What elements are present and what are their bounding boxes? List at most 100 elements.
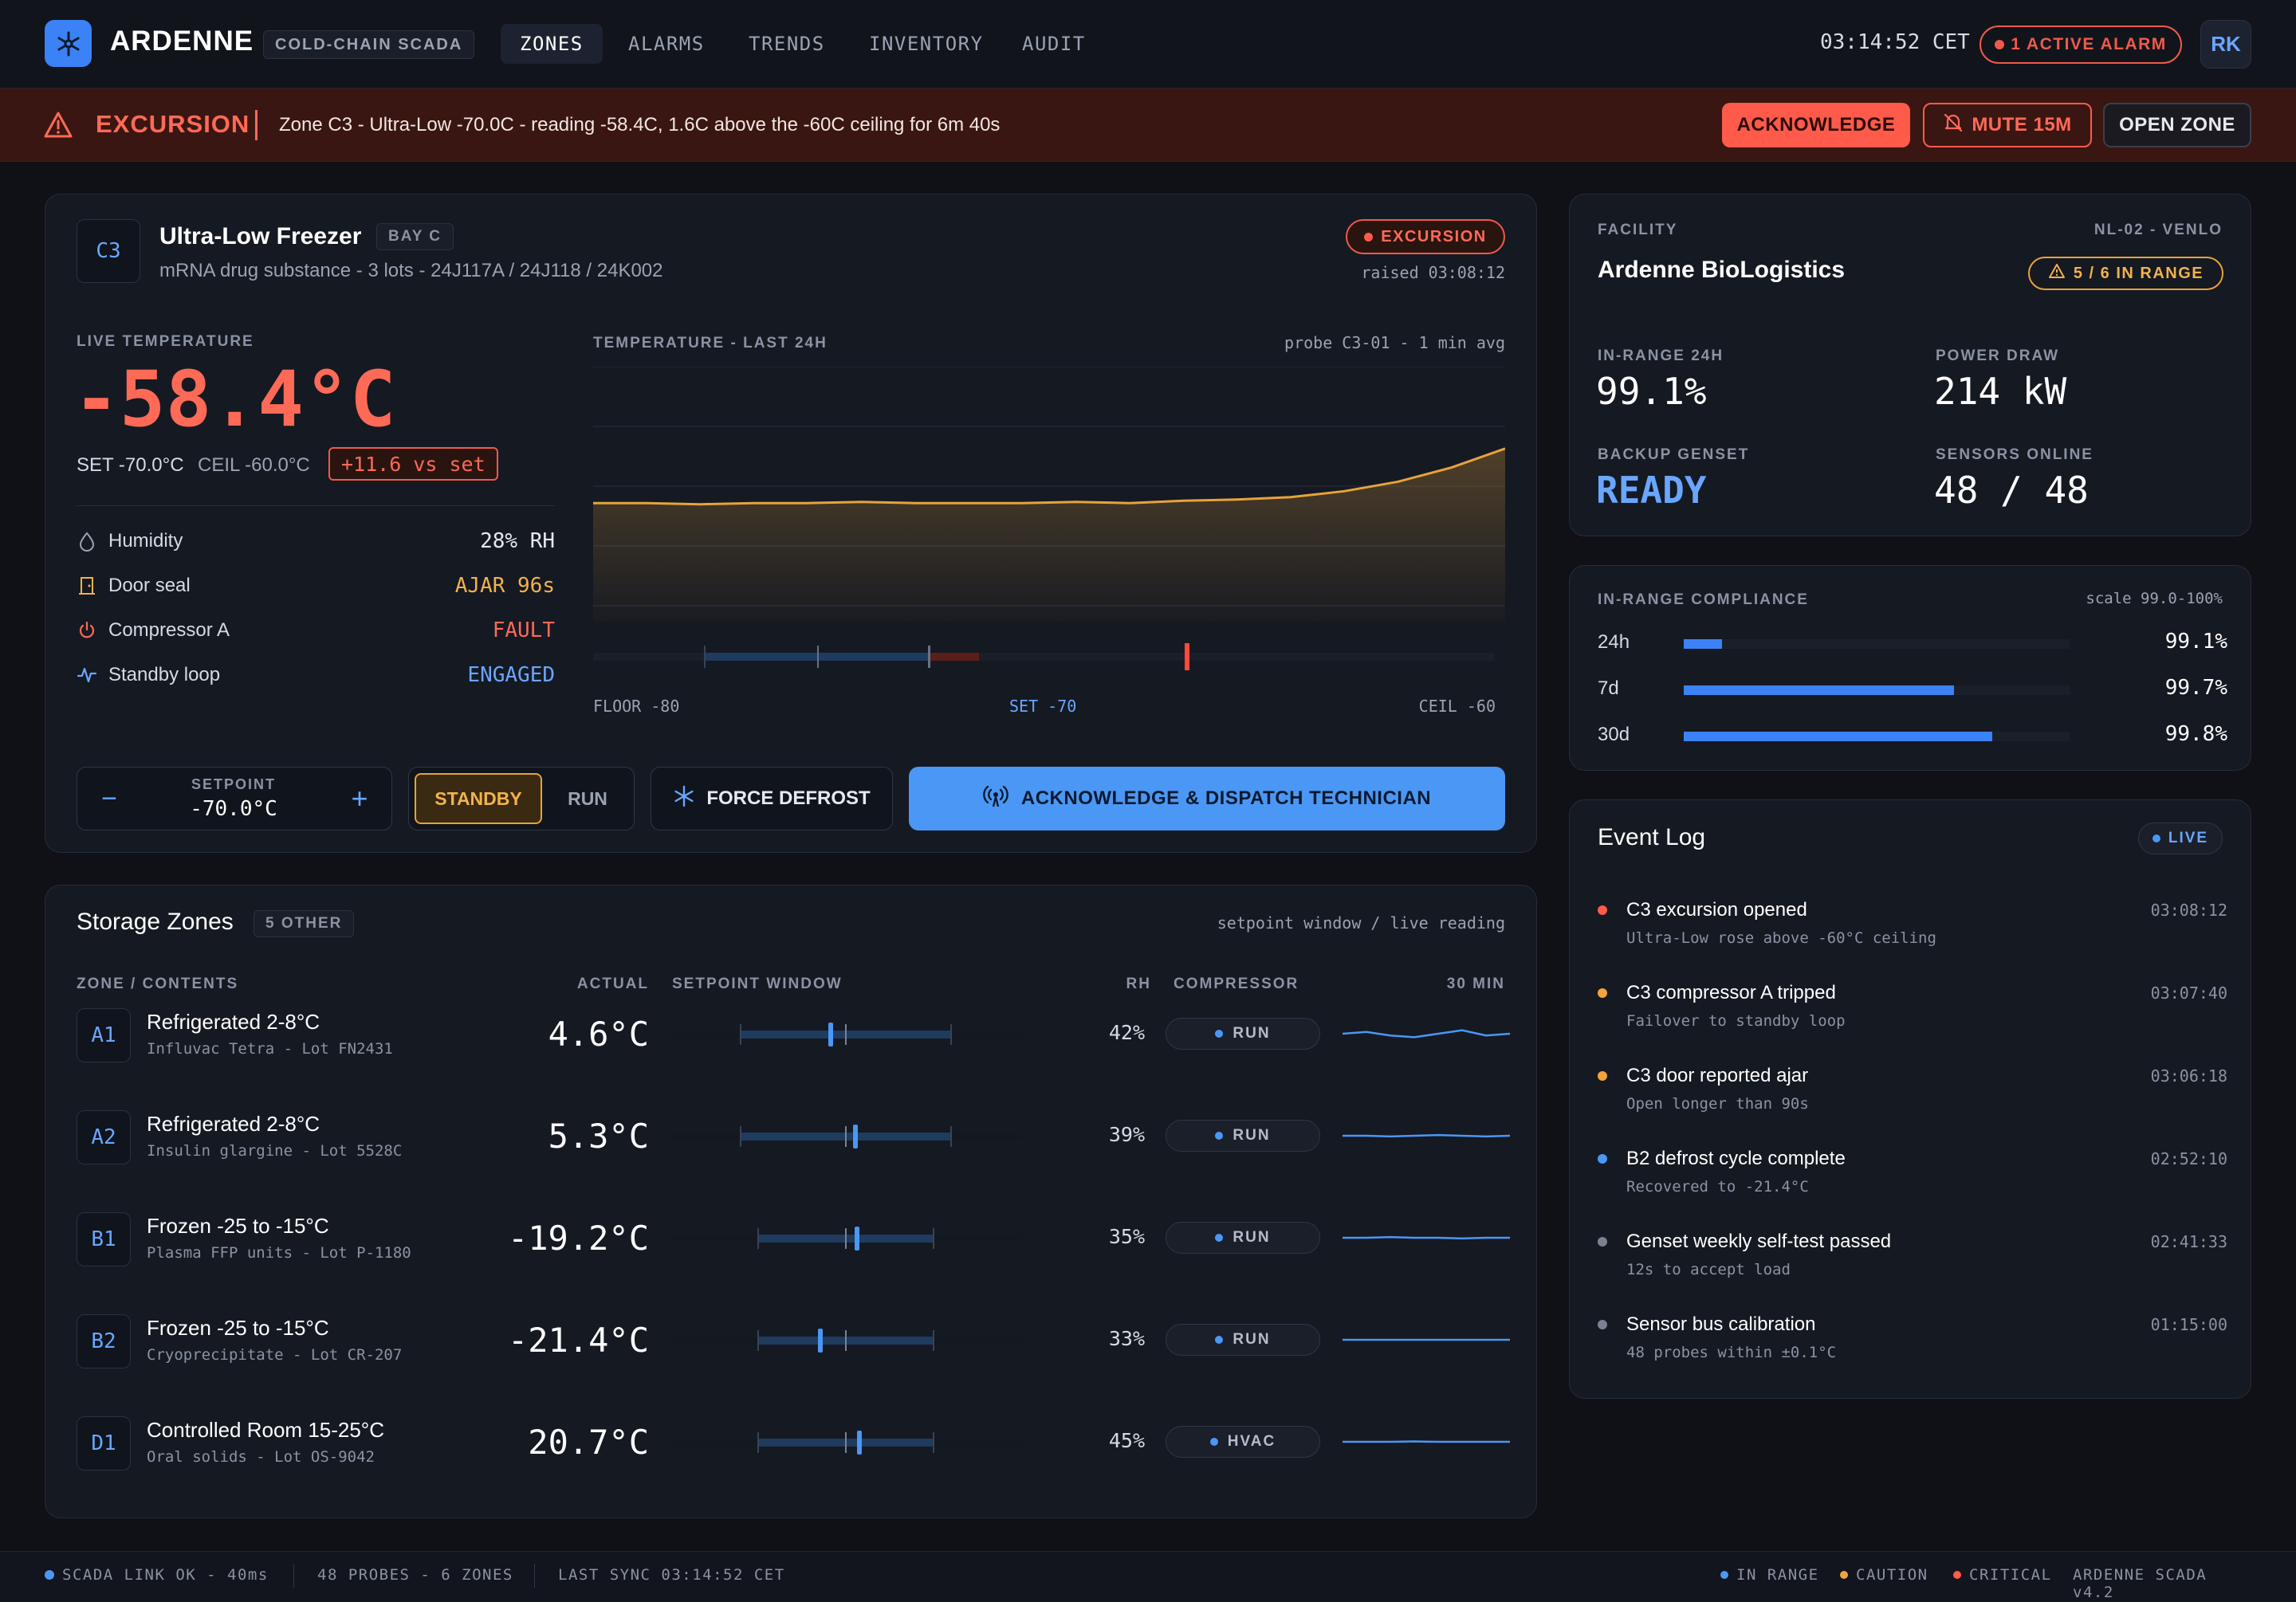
event-title: Genset weekly self-test passed <box>1626 1231 1892 1252</box>
zone-contents: Plasma FFP units - Lot P-1180 <box>147 1244 411 1262</box>
force-defrost-button[interactable]: FORCE DEFROST <box>651 767 893 830</box>
zone-name[interactable]: Controlled Room 15-25°C <box>147 1418 384 1443</box>
compressor-status: RUN <box>1166 1018 1320 1050</box>
zone-status: EXCURSION <box>1381 227 1487 245</box>
zone-contents: Cryoprecipitate - Lot CR-207 <box>147 1346 403 1364</box>
avatar[interactable]: RK <box>2200 20 2251 69</box>
stat-value: AJAR 96s <box>454 574 555 598</box>
nav-alarms[interactable]: ALARMS <box>609 24 724 64</box>
zone-status-pill[interactable]: EXCURSION <box>1346 219 1505 254</box>
zone-code[interactable]: A2 <box>77 1110 131 1164</box>
event-detail: Recovered to -21.4°C <box>1626 1178 1809 1196</box>
brand-tag: COLD-CHAIN SCADA <box>263 30 475 59</box>
kpi-backup-genset: READY <box>1596 469 1707 512</box>
compliance-row: 30d 99.8% <box>1598 719 2227 751</box>
nav-inventory[interactable]: INVENTORY <box>850 24 1003 64</box>
compressor-status: RUN <box>1166 1324 1320 1356</box>
live-reading-marker <box>818 1329 824 1353</box>
warning-triangle-icon <box>43 111 73 143</box>
nav-audit[interactable]: AUDIT <box>1003 24 1105 64</box>
compliance-value: 99.7% <box>2164 676 2227 700</box>
scale-ceil-label: CEIL -60 <box>1418 697 1496 716</box>
zone-rh: 39% <box>1108 1123 1145 1146</box>
footer-divider <box>534 1564 535 1588</box>
event-item[interactable]: Sensor bus calibration 48 probes within … <box>1598 1313 2227 1385</box>
alarm-dot-icon <box>1995 40 2005 49</box>
col-compressor: COMPRESSOR <box>1174 976 1299 992</box>
kpi-label: BACKUP GENSET <box>1598 446 1750 463</box>
snowflake-logo-icon[interactable] <box>45 20 92 67</box>
acknowledge-button[interactable]: ACKNOWLEDGE <box>1722 103 1910 147</box>
facility-site: NL-02 - VENLO <box>2094 222 2223 238</box>
col-actual: ACTUAL <box>576 976 649 992</box>
event-item[interactable]: Genset weekly self-test passed 12s to ac… <box>1598 1231 2227 1302</box>
nav-trends[interactable]: TRENDS <box>729 24 844 64</box>
status-dot-icon <box>1209 1438 1218 1446</box>
event-dot-icon <box>1598 988 1607 998</box>
setpoint-increase-button[interactable]: + <box>338 773 381 824</box>
zone-code[interactable]: B2 <box>77 1314 131 1368</box>
compliance-row: 24h 99.1% <box>1598 626 2227 658</box>
raised-time: raised 03:08:12 <box>1361 263 1505 282</box>
zone-code[interactable]: A1 <box>77 1008 131 1062</box>
trend-sparkline <box>1343 1029 1510 1039</box>
zone-name[interactable]: Refrigerated 2-8°C <box>147 1010 320 1035</box>
compressor-label: RUN <box>1233 1331 1271 1348</box>
mute-15m-button[interactable]: MUTE 15M <box>1923 103 2092 147</box>
kpi-power-draw: 214 kW <box>1934 370 2067 413</box>
zone-name[interactable]: Frozen -25 to -15°C <box>147 1316 329 1341</box>
mode-run-button[interactable]: RUN <box>547 773 628 824</box>
zone-code[interactable]: D1 <box>77 1416 131 1470</box>
zone-contents: Oral solids - Lot OS-9042 <box>147 1448 375 1466</box>
acknowledge-dispatch-button[interactable]: ACKNOWLEDGE & DISPATCH TECHNICIAN <box>909 767 1505 830</box>
zones-title: Storage Zones <box>77 909 234 935</box>
compliance-bar <box>1684 732 1993 741</box>
kpi-in-range-24h: 99.1% <box>1596 370 1707 413</box>
setpoint-value[interactable]: -70.0°C <box>159 797 308 821</box>
window-low-tick <box>740 1126 741 1147</box>
zone-code[interactable]: B1 <box>77 1212 131 1266</box>
setpoint-decrease-button[interactable]: − <box>88 773 131 824</box>
window-low-tick <box>757 1432 759 1453</box>
event-item[interactable]: C3 compressor A tripped Failover to stan… <box>1598 982 2227 1054</box>
warning-triangle-icon <box>2048 263 2066 284</box>
mode-standby-button[interactable]: STANDBY <box>415 773 542 824</box>
event-item[interactable]: C3 door reported ajar Open longer than 9… <box>1598 1065 2227 1137</box>
compliance-value: 99.8% <box>2164 722 2227 746</box>
event-detail: Ultra-Low rose above -60°C ceiling <box>1626 929 1936 947</box>
open-zone-button[interactable]: OPEN ZONE <box>2103 103 2251 147</box>
zones-other-badge[interactable]: 5 OTHER <box>254 910 355 937</box>
compliance-track <box>1684 732 2070 741</box>
window-set-tick <box>845 1126 847 1147</box>
live-reading-marker <box>853 1125 859 1148</box>
event-detail: 48 probes within ±0.1°C <box>1626 1344 1837 1361</box>
critical-dot-icon <box>1953 1571 1961 1579</box>
live-pill[interactable]: LIVE <box>2138 823 2223 854</box>
event-item[interactable]: B2 defrost cycle complete Recovered to -… <box>1598 1148 2227 1219</box>
divider <box>77 505 555 506</box>
window-high-tick <box>933 1228 934 1249</box>
excursion-message: Zone C3 - Ultra-Low -70.0C - reading -58… <box>279 114 1001 135</box>
chart-note: probe C3-01 - 1 min avg <box>1284 333 1505 352</box>
nav-zones[interactable]: ZONES <box>501 24 603 64</box>
scale-excursion <box>930 653 979 661</box>
chart-area-fill <box>593 448 1505 622</box>
in-range-pill[interactable]: 5 / 6 IN RANGE <box>2028 257 2223 290</box>
window-low-tick <box>757 1228 759 1249</box>
range-scale-bar <box>593 643 1494 670</box>
footer-link-text: SCADA LINK OK - 40ms <box>62 1566 269 1584</box>
compressor-label: RUN <box>1233 1127 1271 1144</box>
compressor-status: RUN <box>1166 1120 1320 1152</box>
zone-name[interactable]: Refrigerated 2-8°C <box>147 1112 320 1137</box>
setpoint-readout: SET -70.0°C <box>77 454 184 476</box>
active-alarm-pill[interactable]: 1 ACTIVE ALARM <box>1980 26 2182 64</box>
window-low-tick <box>740 1024 741 1045</box>
event-item[interactable]: C3 excursion opened Ultra-Low rose above… <box>1598 899 2227 971</box>
col-zone: ZONE / CONTENTS <box>77 976 239 992</box>
status-dot-icon <box>1215 1132 1224 1140</box>
event-title: C3 excursion opened <box>1626 899 1807 921</box>
zone-name[interactable]: Frozen -25 to -15°C <box>147 1214 329 1239</box>
event-title: Sensor bus calibration <box>1626 1313 1816 1335</box>
stat-compressor-a: Compressor A FAULT <box>77 614 555 646</box>
trend-sparkline <box>1343 1338 1510 1341</box>
